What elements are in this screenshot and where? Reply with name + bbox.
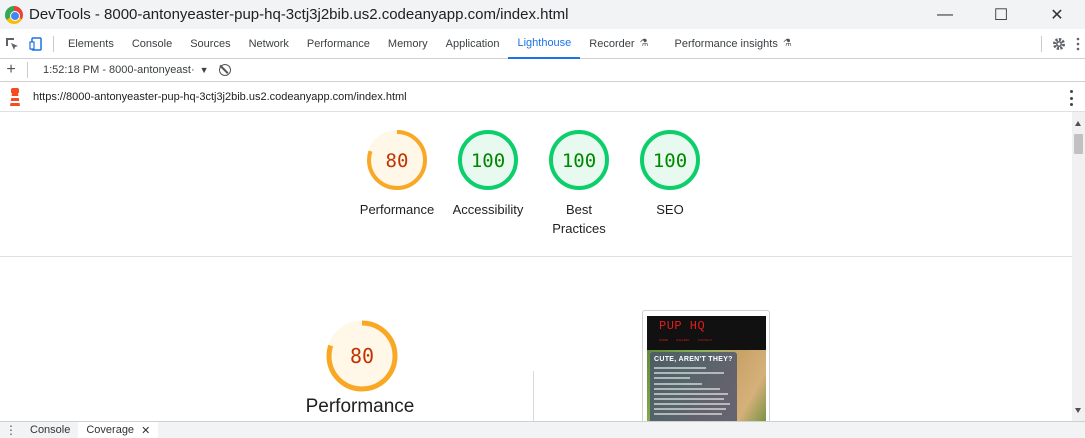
scrollbar-thumb[interactable] [1074, 134, 1083, 154]
window-titlebar: DevTools - 8000-antonyeaster-pup-hq-3ctj… [0, 0, 1085, 29]
tab-application[interactable]: Application [437, 29, 509, 59]
kebab-icon[interactable] [1071, 32, 1085, 56]
lighthouse-logo-icon [8, 88, 22, 106]
new-report-button[interactable]: + [0, 61, 22, 79]
screenshot-nav-item: GALLERY [676, 338, 690, 342]
report-url[interactable]: https://8000-antonyeaster-pup-hq-3ctj3j2… [33, 91, 407, 103]
performance-category-title: Performance [305, 396, 415, 417]
tab-label: Sources [190, 37, 231, 50]
gauge-score: 100 [562, 150, 596, 172]
window-title: DevTools - 8000-antonyeaster-pup-hq-3ctj… [29, 6, 569, 23]
flask-icon: ⚗ [782, 38, 792, 49]
performance-detail-gauge: 80 [320, 314, 404, 398]
toolbar-divider [1041, 36, 1042, 52]
drawer-menu-icon[interactable]: ⋮ [0, 423, 22, 437]
gauge-seo[interactable]: 100 SEO [630, 129, 710, 219]
tab-network[interactable]: Network [240, 29, 298, 59]
screenshot-nav-item: HOME [659, 338, 668, 342]
tab-label: Performance insights [674, 37, 778, 50]
lighthouse-report: 80 Performance 100 Accessibility 100 Bes… [0, 112, 1072, 421]
drawer-tab-label: Coverage [86, 424, 135, 436]
lighthouse-toolbar: + 1:52:18 PM - 8000-antonyeast· ▼ [0, 59, 1085, 82]
inspect-element-icon[interactable] [0, 32, 24, 56]
device-toolbar-icon[interactable] [24, 32, 48, 56]
tab-label: Elements [68, 37, 114, 50]
devtools-drawer: ⋮ Console Coverage ✕ [0, 421, 1085, 438]
report-select-value: 1:52:18 PM - 8000-antonyeast· [43, 64, 195, 76]
report-select[interactable]: 1:52:18 PM - 8000-antonyeast· ▼ [43, 64, 209, 76]
gauge-score: 80 [386, 150, 409, 172]
caret-down-icon: ▼ [199, 65, 209, 75]
maximize-button[interactable]: ☐ [973, 0, 1029, 29]
gauge-score: 100 [653, 150, 687, 172]
gauge-label: SEO [656, 202, 684, 217]
close-window-button[interactable]: ✕ [1029, 0, 1085, 29]
report-url-bar: https://8000-antonyeaster-pup-hq-3ctj3j2… [0, 83, 1085, 112]
tab-sources[interactable]: Sources [181, 29, 239, 59]
report-scrollbar[interactable] [1072, 112, 1085, 421]
tab-console[interactable]: Console [123, 29, 181, 59]
gauge-ring: 100 [458, 130, 518, 190]
flask-icon: ⚗ [639, 38, 649, 49]
report-menu-icon[interactable] [1069, 90, 1073, 106]
gauge-label: Accessibility [452, 202, 524, 217]
tab-lighthouse[interactable]: Lighthouse [508, 29, 581, 59]
tab-label: Console [131, 37, 173, 50]
divider [533, 371, 534, 421]
gauge-ring: 80 [367, 130, 427, 190]
toolbar-divider [27, 62, 28, 78]
tab-memory[interactable]: Memory [379, 29, 437, 59]
screenshot-site-title: PUP HQ [659, 319, 706, 333]
gear-icon[interactable] [1047, 32, 1071, 56]
chrome-icon [5, 5, 23, 24]
gauge-label: Best Practices [552, 202, 606, 236]
screenshot-card-title: CUTE, AREN'T THEY? [654, 356, 733, 363]
scroll-up-arrow-icon[interactable] [1075, 121, 1081, 126]
tab-label: Application [445, 37, 500, 50]
drawer-tab-coverage[interactable]: Coverage ✕ [78, 421, 159, 438]
gauge-score: 80 [350, 344, 374, 368]
gauge-performance[interactable]: 80 Performance [357, 129, 437, 219]
tab-performance-insights[interactable]: Performance insights ⚗ [666, 29, 801, 59]
gauge-ring: 100 [549, 130, 609, 190]
gauge-ring: 100 [640, 130, 700, 190]
final-screenshot[interactable]: PUP HQ HOME GALLERY CONTACT CUTE, AREN'T… [642, 310, 770, 421]
gauge-best-practices[interactable]: 100 Best Practices [539, 129, 619, 238]
close-tab-icon[interactable]: ✕ [141, 424, 150, 437]
tab-label: Lighthouse [517, 36, 572, 49]
gauge-ring: 80 [326, 320, 398, 392]
tab-label: Network [248, 37, 289, 50]
tab-label: Performance [306, 37, 370, 50]
scroll-down-arrow-icon[interactable] [1075, 408, 1081, 413]
gauge-label: Performance [359, 202, 435, 217]
window-controls: — ☐ ✕ [917, 0, 1085, 29]
screenshot-nav-item: CONTACT [697, 338, 713, 342]
screenshot-image: PUP HQ HOME GALLERY CONTACT CUTE, AREN'T… [647, 316, 766, 421]
tab-performance[interactable]: Performance [298, 29, 379, 59]
screenshot-hero-card: CUTE, AREN'T THEY? [650, 352, 737, 421]
drawer-tab-console[interactable]: Console [22, 424, 78, 436]
tab-elements[interactable]: Elements [59, 29, 123, 59]
tab-label: Recorder [589, 37, 635, 50]
drawer-tab-label: Console [30, 424, 71, 436]
gauge-accessibility[interactable]: 100 Accessibility [448, 129, 528, 219]
screenshot-nav: HOME GALLERY CONTACT [659, 338, 712, 342]
toolbar-divider [53, 35, 54, 52]
clear-all-icon[interactable] [218, 64, 231, 76]
devtools-tabbar: Elements Console Sources Network Perform… [0, 29, 1085, 59]
gauge-score: 100 [471, 150, 505, 172]
tab-label: Memory [387, 37, 428, 50]
tab-recorder[interactable]: Recorder ⚗ [580, 29, 657, 59]
minimize-button[interactable]: — [917, 0, 973, 29]
score-gauges: 80 Performance 100 Accessibility 100 Bes… [0, 112, 1072, 257]
